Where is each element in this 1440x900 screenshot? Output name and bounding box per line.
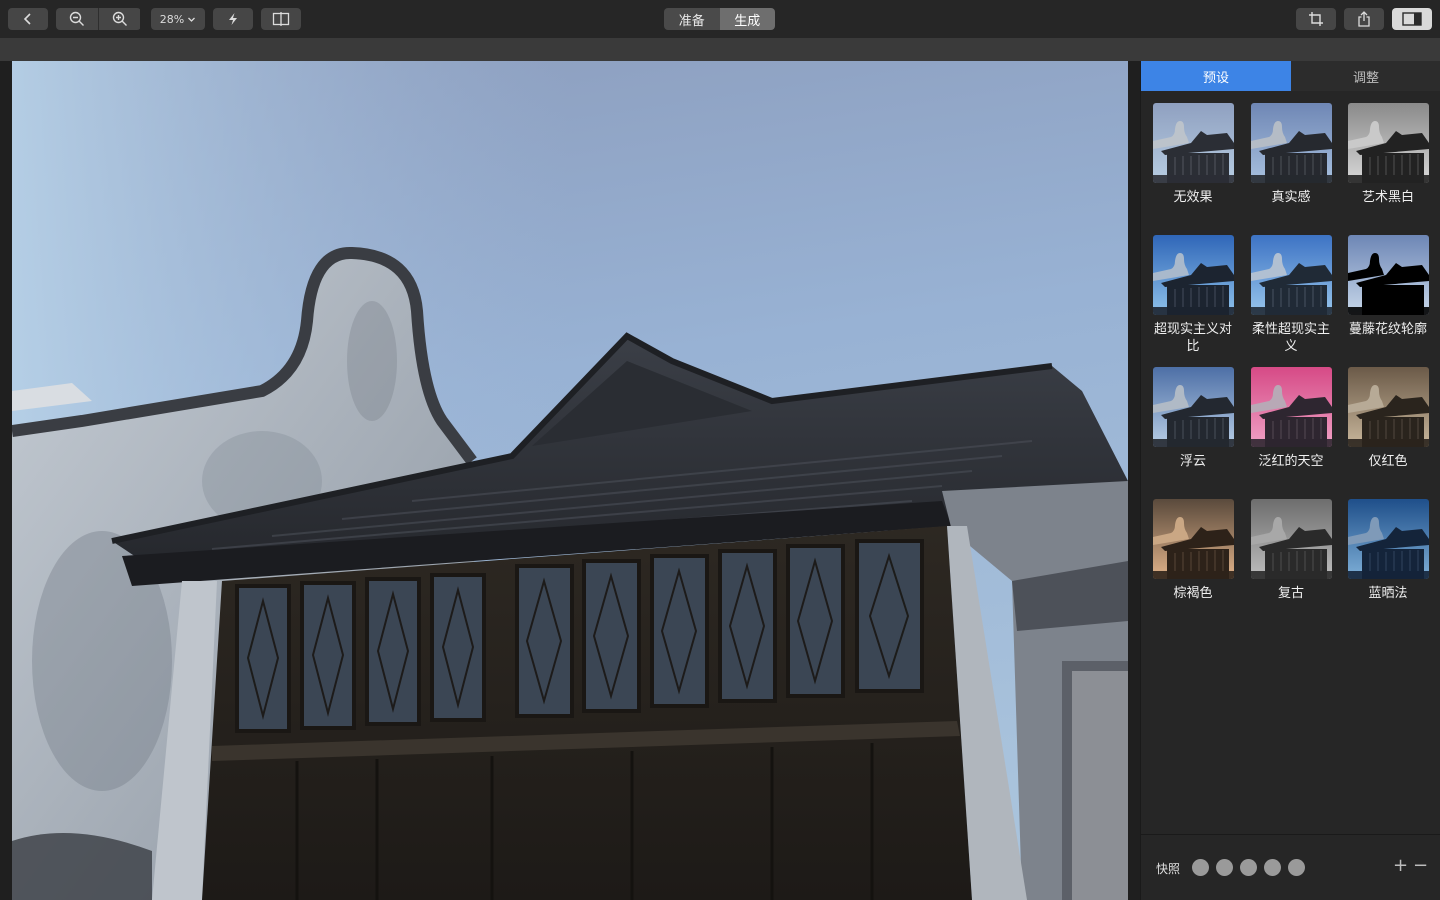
lightning-icon xyxy=(229,13,237,25)
chevron-down-icon xyxy=(188,17,196,22)
sidebar-toggle-icon xyxy=(1402,12,1422,26)
preset-label: 棕褐色 xyxy=(1173,586,1213,601)
photo-preview[interactable] xyxy=(12,61,1128,900)
preset-label: 泛红的天空 xyxy=(1258,454,1324,469)
toolbar: 28% 准备 生成 xyxy=(0,0,1440,38)
preset-thumbnail[interactable] xyxy=(1250,367,1332,447)
preset-thumbnail[interactable] xyxy=(1152,499,1234,579)
preset-label: 柔性超现实主义 xyxy=(1251,322,1330,354)
preset-label: 浮云 xyxy=(1179,454,1206,469)
snapshot-slot[interactable] xyxy=(1240,859,1257,876)
sidebar-toggle-button[interactable] xyxy=(1392,8,1432,30)
auto-enhance-button[interactable] xyxy=(213,8,253,30)
secondary-bar xyxy=(0,38,1440,61)
zoom-in-icon xyxy=(112,11,127,26)
share-icon xyxy=(1358,11,1370,27)
crop-button[interactable] xyxy=(1296,8,1336,30)
preset-item[interactable]: 复古 xyxy=(1249,499,1333,602)
preset-item[interactable]: 艺术黑白 xyxy=(1346,103,1430,206)
preset-thumbnail[interactable] xyxy=(1152,103,1234,183)
snapshot-slot[interactable] xyxy=(1288,859,1305,876)
preset-item[interactable]: 真实感 xyxy=(1249,103,1333,206)
mode-prepare-button[interactable]: 准备 xyxy=(664,8,720,30)
zoom-out-icon xyxy=(69,11,84,26)
preset-thumbnail[interactable] xyxy=(1347,103,1429,183)
mode-switch: 准备 生成 xyxy=(664,8,775,30)
zoom-level-select[interactable]: 28% xyxy=(151,8,205,30)
remove-snapshot-button[interactable]: − xyxy=(1413,855,1428,876)
preset-label: 艺术黑白 xyxy=(1361,190,1414,205)
preset-label: 无效果 xyxy=(1173,190,1213,205)
image-canvas[interactable] xyxy=(0,61,1140,900)
preset-item[interactable]: 柔性超现实主义 xyxy=(1249,235,1333,355)
preset-item[interactable]: 泛红的天空 xyxy=(1249,367,1333,470)
back-button[interactable] xyxy=(8,8,48,30)
split-view-icon xyxy=(272,12,290,26)
preset-thumbnail[interactable] xyxy=(1250,235,1332,315)
preset-thumbnail[interactable] xyxy=(1152,367,1234,447)
share-button[interactable] xyxy=(1344,8,1384,30)
snapshot-bar: 快照 + − xyxy=(1141,834,1440,900)
preset-item[interactable]: 蓝晒法 xyxy=(1346,499,1430,602)
preset-thumbnail[interactable] xyxy=(1250,499,1332,579)
preset-thumbnail[interactable] xyxy=(1347,499,1429,579)
snapshot-slot[interactable] xyxy=(1264,859,1281,876)
preset-item[interactable]: 蔓藤花纹轮廓 xyxy=(1346,235,1430,338)
preset-item[interactable]: 浮云 xyxy=(1151,367,1235,470)
zoom-group xyxy=(56,8,141,30)
preset-item[interactable]: 棕褐色 xyxy=(1151,499,1235,602)
zoom-level-value: 28% xyxy=(159,12,185,26)
tab-presets[interactable]: 预设 xyxy=(1141,61,1291,91)
tab-adjust[interactable]: 调整 xyxy=(1291,61,1440,91)
compare-button[interactable] xyxy=(261,8,301,30)
preset-thumbnail[interactable] xyxy=(1152,235,1234,315)
preset-label: 仅红色 xyxy=(1368,454,1408,469)
preset-thumbnail[interactable] xyxy=(1347,367,1429,447)
chevron-left-icon xyxy=(23,13,31,25)
zoom-out-button[interactable] xyxy=(56,8,98,30)
sidebar-tabs: 预设 调整 xyxy=(1141,61,1440,91)
add-snapshot-button[interactable]: + xyxy=(1393,855,1408,876)
crop-icon xyxy=(1309,12,1323,26)
snapshot-label: 快照 xyxy=(1156,862,1181,876)
photo-image xyxy=(12,61,1128,900)
preset-label: 超现实主义对比 xyxy=(1153,322,1232,354)
mode-generate-button[interactable]: 生成 xyxy=(719,8,775,30)
preset-label: 复古 xyxy=(1277,586,1304,601)
preset-thumbnail[interactable] xyxy=(1250,103,1332,183)
preset-item[interactable]: 无效果 xyxy=(1151,103,1235,206)
snapshot-slot[interactable] xyxy=(1192,859,1209,876)
preset-label: 蓝晒法 xyxy=(1368,586,1408,601)
snapshot-slot[interactable] xyxy=(1216,859,1233,876)
zoom-in-button[interactable] xyxy=(98,8,140,30)
preset-item[interactable]: 超现实主义对比 xyxy=(1151,235,1235,355)
right-sidebar: 预设 调整 无效果 真实感 艺术黑白超现实主义对比 柔性超现实主义 蔓藤花纹轮廓浮云 泛红… xyxy=(1140,61,1440,900)
preset-thumbnail[interactable] xyxy=(1347,235,1429,315)
preset-label: 真实感 xyxy=(1271,190,1311,205)
preset-label: 蔓藤花纹轮廓 xyxy=(1348,322,1427,337)
preset-item[interactable]: 仅红色 xyxy=(1346,367,1430,470)
